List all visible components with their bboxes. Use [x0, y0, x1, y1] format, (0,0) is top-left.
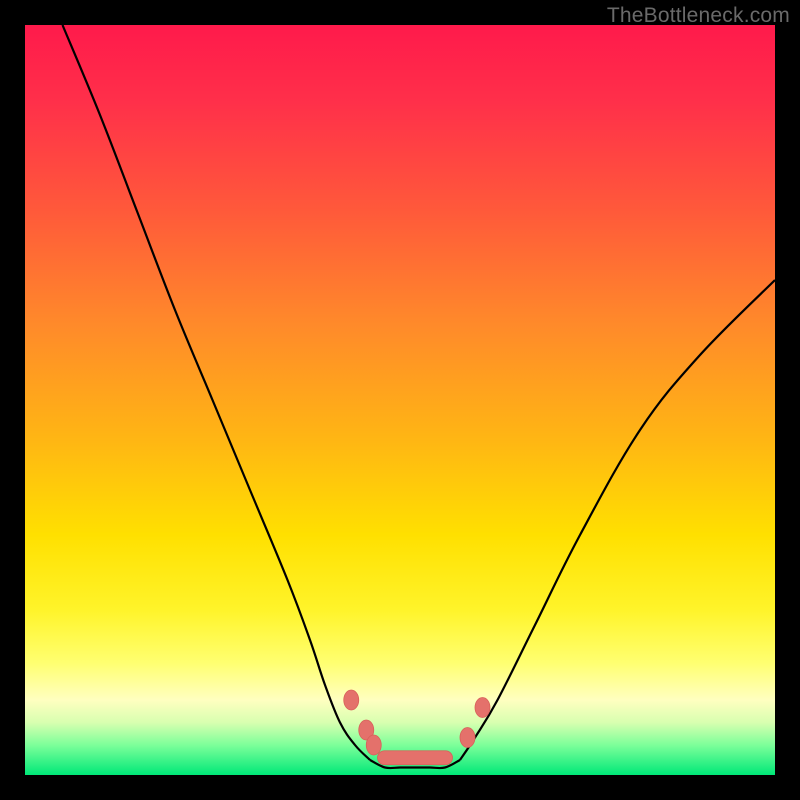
curve-right: [460, 280, 775, 760]
plot-area: [25, 25, 775, 775]
marker-dot: [460, 728, 475, 748]
curve-left: [63, 25, 371, 760]
trough-marker-bar: [378, 751, 453, 765]
outer-frame: TheBottleneck.com: [0, 0, 800, 800]
watermark-text: TheBottleneck.com: [607, 4, 790, 28]
markers-group: [344, 690, 490, 755]
marker-dot: [366, 735, 381, 755]
marker-dot: [475, 698, 490, 718]
marker-dot: [344, 690, 359, 710]
chart-svg: [25, 25, 775, 775]
